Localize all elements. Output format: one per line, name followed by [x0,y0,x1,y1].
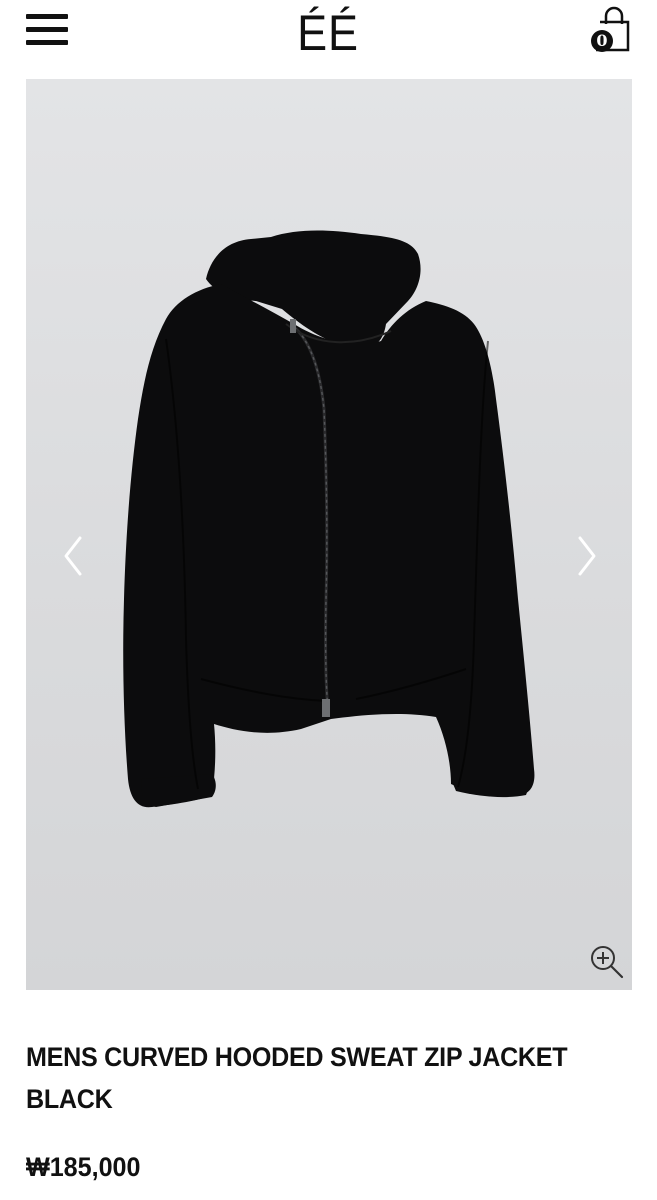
next-image-button[interactable] [566,526,606,586]
product-title: MENS CURVED HOODED SWEAT ZIP JACKET BLAC… [26,1042,568,1114]
zoom-in-icon [591,946,624,979]
brand-logo[interactable]: ÉÉ [274,2,382,64]
shopping-bag-button[interactable]: 0 [584,6,636,54]
product-photo [123,230,535,808]
previous-image-button[interactable] [54,526,94,586]
product-price: ₩185,000 [26,1152,141,1182]
zoom-button[interactable] [588,943,626,981]
hamburger-menu-icon[interactable] [22,12,72,48]
site-header: ÉÉ 0 [0,0,657,78]
chevron-right-icon [578,536,596,576]
chevron-left-icon [64,536,82,576]
product-image-gallery[interactable] [26,79,632,990]
cart-count-badge: 0 [591,30,613,52]
